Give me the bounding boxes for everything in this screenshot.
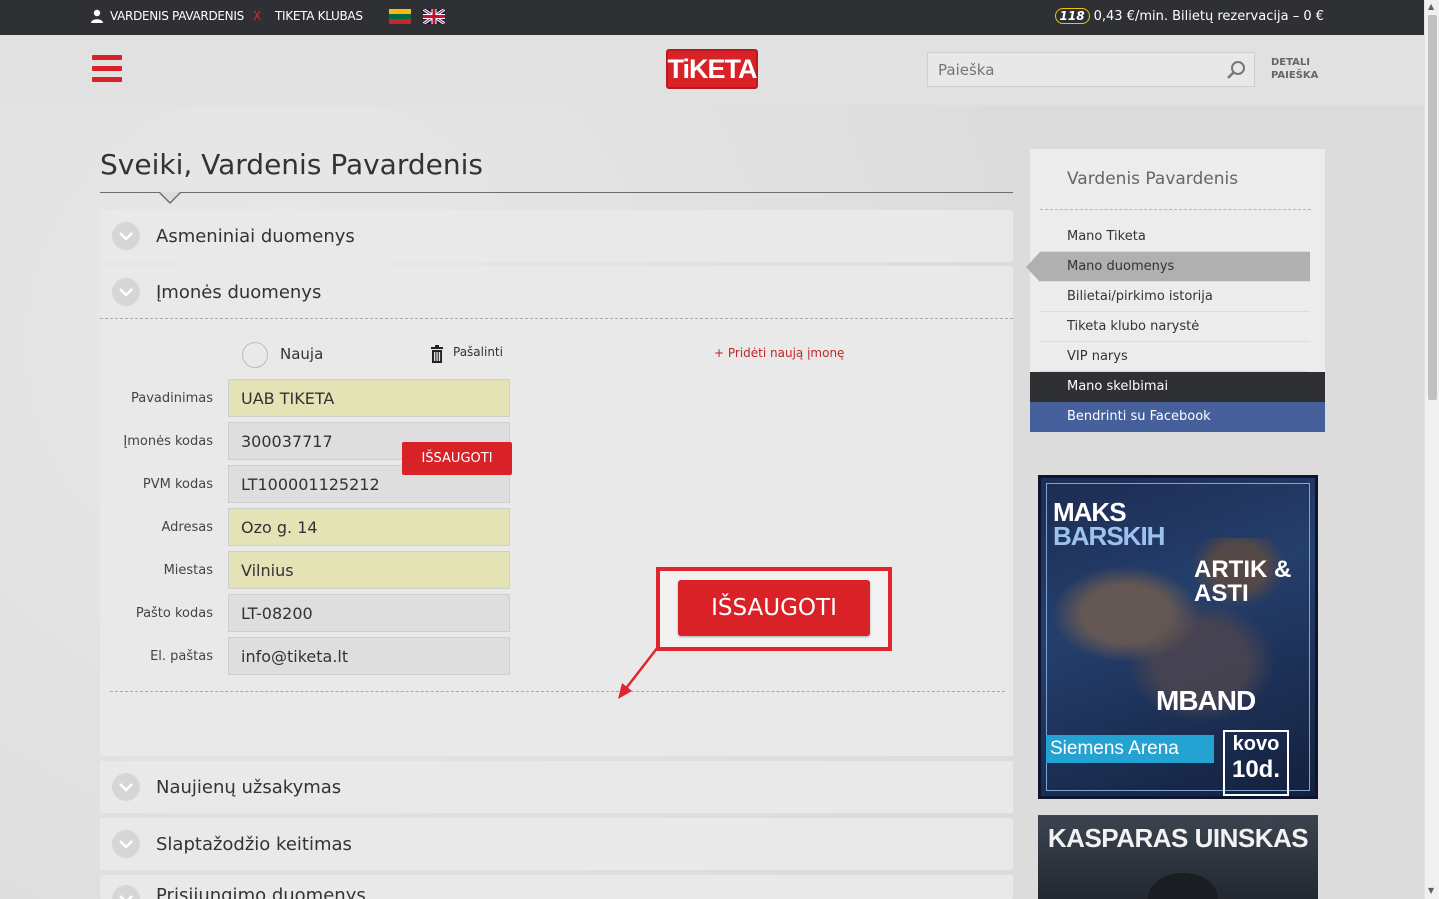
field-label: El. paštas [150, 649, 213, 664]
postcode-input[interactable] [228, 594, 510, 632]
hotline-badge: 118 [1054, 8, 1090, 24]
lithuanian-flag-icon[interactable] [389, 9, 411, 24]
ad-artist-2: ARTIK & ASTI [1194, 556, 1292, 607]
scroll-down-arrow-icon[interactable]: ▼ [1428, 886, 1434, 895]
field-row-postcode: Pašto kodas [100, 594, 510, 632]
chevron-down-icon [112, 278, 140, 306]
field-label: Pašto kodas [135, 606, 213, 621]
sidebar-item-my-tiketa[interactable]: Mano Tiketa [1040, 222, 1310, 252]
company-name-input[interactable] [228, 379, 510, 417]
scroll-up-arrow-icon[interactable]: ▲ [1428, 2, 1434, 11]
sidebar-item-club-membership[interactable]: Tiketa klubo narystė [1040, 312, 1310, 342]
address-input[interactable] [228, 508, 510, 546]
detailed-search-line2: PAIEŠKA [1271, 70, 1319, 81]
save-button[interactable]: IŠSAUGOTI [402, 442, 512, 475]
user-name: VARDENIS PAVARDENIS [110, 9, 244, 23]
panel-title: Įmonės duomenys [156, 281, 322, 303]
ad-artist-3: MBAND [1156, 685, 1256, 716]
page-title: Sveiki, Vardenis Pavardenis [100, 148, 483, 181]
panel-password-change[interactable]: Slaptažodžio keitimas [100, 818, 1013, 870]
ad-venue: Siemens Arena [1046, 735, 1214, 763]
city-input[interactable] [228, 551, 510, 589]
ad-date: kovo 10d. [1223, 730, 1289, 796]
sidebar-item-purchase-history[interactable]: Bilietai/pirkimo istorija [1040, 282, 1310, 312]
field-label: Miestas [163, 563, 213, 578]
menu-icon[interactable] [92, 55, 122, 83]
trash-icon[interactable] [430, 345, 444, 363]
panel-company-data: Įmonės duomenys Nauja Pašalinti + Pridėt… [100, 266, 1013, 756]
detailed-search-line1: DETALI [1271, 57, 1311, 68]
hotline-text: 0,43 €/min. Bilietų rezervacija – 0 € [1093, 8, 1324, 24]
artist-photo [1148, 873, 1218, 899]
ad-artist-1: MAKS BARSKIH [1053, 497, 1165, 551]
chevron-down-icon [112, 830, 140, 858]
concert-banner-ad[interactable]: MAKS BARSKIH ARTIK & ASTI MBAND Siemens … [1038, 475, 1318, 799]
panel-personal-data[interactable]: Asmeniniai duomenys [100, 210, 1013, 262]
account-sidebar: Vardenis Pavardenis Mano Tiketa Mano duo… [1026, 149, 1325, 432]
company-panel-header[interactable]: Įmonės duomenys [100, 266, 1013, 318]
club-link[interactable]: TIKETA KLUBAS [275, 9, 363, 23]
site-header: TiKETA DETALI PAIEŠKA [0, 35, 1424, 105]
panel-title: Prisijungimo duomenys [156, 885, 366, 899]
title-divider [100, 192, 1013, 193]
search-input[interactable] [928, 53, 1218, 86]
field-label: Pavadinimas [131, 391, 213, 406]
panel-newsletter[interactable]: Naujienų užsakymas [100, 761, 1013, 813]
logout-button[interactable]: X [253, 9, 261, 23]
panel-title: Slaptažodžio keitimas [156, 833, 352, 855]
field-row-address: Adresas [100, 508, 510, 546]
sidebar-item-my-ads[interactable]: Mano skelbimai [1030, 372, 1325, 402]
remove-company-button[interactable]: Pašalinti [453, 345, 503, 359]
new-company-label: Nauja [280, 345, 324, 363]
user-icon [91, 9, 103, 23]
sidebar-item-share-facebook[interactable]: Bendrinti su Facebook [1030, 402, 1325, 432]
search-box [927, 52, 1255, 87]
chevron-down-icon [112, 773, 140, 801]
field-label: Įmonės kodas [123, 434, 213, 449]
field-label: Adresas [161, 520, 214, 535]
tiketa-logo[interactable]: TiKETA [666, 49, 758, 89]
save-callout-highlight: IŠSAUGOTI [656, 567, 892, 651]
top-bar: VARDENIS PAVARDENIS X TIKETA KLUBAS 118 … [0, 0, 1424, 35]
search-icon[interactable] [1226, 60, 1246, 80]
chevron-down-icon [112, 222, 140, 250]
sidebar-user-name: Vardenis Pavardenis [1067, 169, 1239, 189]
email-input[interactable] [228, 637, 510, 675]
panel-title: Asmeniniai duomenys [156, 225, 355, 247]
panel-login-data[interactable]: Prisijungimo duomenys [100, 875, 1013, 899]
company-form: Nauja Pašalinti + Pridėti naują įmonę Pa… [100, 318, 1013, 755]
scrollbar-thumb[interactable] [1428, 15, 1437, 400]
chevron-down-icon [112, 885, 140, 899]
field-row-email: El. paštas [100, 637, 510, 675]
field-row-name: Pavadinimas [100, 379, 510, 417]
save-button-zoomed[interactable]: IŠSAUGOTI [678, 580, 870, 636]
detailed-search-link[interactable]: DETALI PAIEŠKA [1271, 56, 1318, 82]
field-label: PVM kodas [142, 477, 213, 492]
callout-arrow-icon [618, 646, 659, 699]
user-link[interactable]: VARDENIS PAVARDENIS [90, 9, 244, 23]
field-row-city: Miestas [100, 551, 510, 589]
sidebar-item-vip[interactable]: VIP narys [1040, 342, 1310, 372]
hotline-promo: 118 0,43 €/min. Bilietų rezervacija – 0 … [1054, 8, 1324, 24]
sidebar-item-my-data[interactable]: Mano duomenys [1026, 252, 1310, 282]
new-company-radio[interactable] [242, 342, 268, 368]
panel-title: Naujienų užsakymas [156, 776, 342, 798]
page-scrollbar[interactable]: ▲ ▼ [1424, 0, 1439, 899]
ad-title: KASPARAS UINSKAS [1047, 823, 1309, 853]
uk-flag-icon[interactable] [423, 9, 445, 24]
add-company-link[interactable]: + Pridėti naują įmonę [714, 346, 844, 360]
artist-banner-ad[interactable]: KASPARAS UINSKAS [1038, 815, 1318, 899]
